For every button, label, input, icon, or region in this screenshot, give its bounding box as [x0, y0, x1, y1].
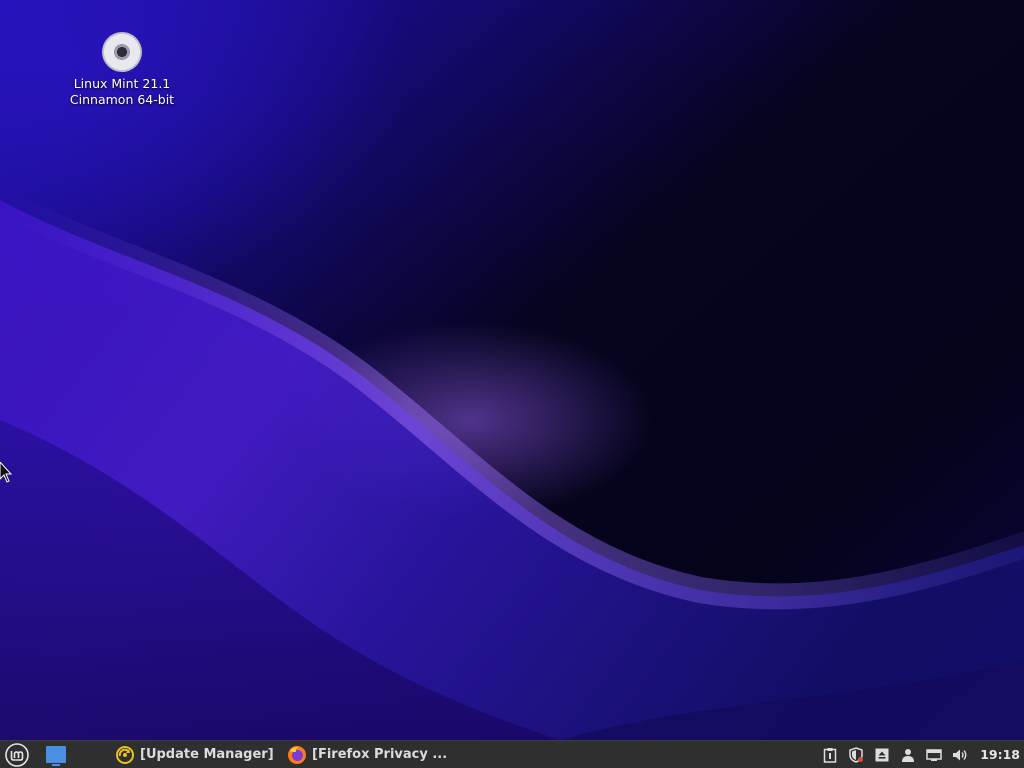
taskbar-item-label: [Firefox Privacy ... [312, 747, 448, 762]
update-manager-icon [116, 745, 134, 764]
show-desktop-icon[interactable] [46, 746, 66, 766]
mint-logo-icon[interactable] [5, 743, 29, 767]
mouse-pointer-icon [0, 462, 12, 483]
system-tray: 19:18 [822, 741, 1024, 768]
firefox-icon [288, 745, 306, 764]
desktop-icon-linux-mint-disc[interactable]: Linux Mint 21.1 Cinnamon 64-bit [62, 30, 182, 108]
taskbar-item-firefox[interactable]: [Firefox Privacy ... [287, 741, 447, 768]
desktop-icon-label-line2: Cinnamon 64-bit [69, 92, 175, 107]
volume-icon[interactable] [952, 747, 968, 763]
shield-icon[interactable] [848, 746, 864, 763]
taskbar-item-label: [Update Manager] [140, 747, 274, 762]
clock[interactable]: 19:18 [980, 747, 1020, 762]
optical-disc-icon [102, 32, 142, 72]
desktop-icon-label-line1: Linux Mint 21.1 [73, 76, 171, 91]
removable-drive-icon[interactable] [874, 747, 890, 763]
taskbar-item-update-manager[interactable]: [Update Manager] [115, 741, 274, 768]
wallpaper-wave [0, 187, 1024, 740]
desktop-background: Linux Mint 21.1 Cinnamon 64-bit [0, 0, 1024, 740]
network-icon[interactable] [926, 747, 942, 763]
bottom-panel: [Update Manager] [Firefox Privacy ... 19… [0, 740, 1024, 768]
user-icon[interactable] [900, 747, 916, 763]
clipboard-icon[interactable] [822, 747, 838, 763]
